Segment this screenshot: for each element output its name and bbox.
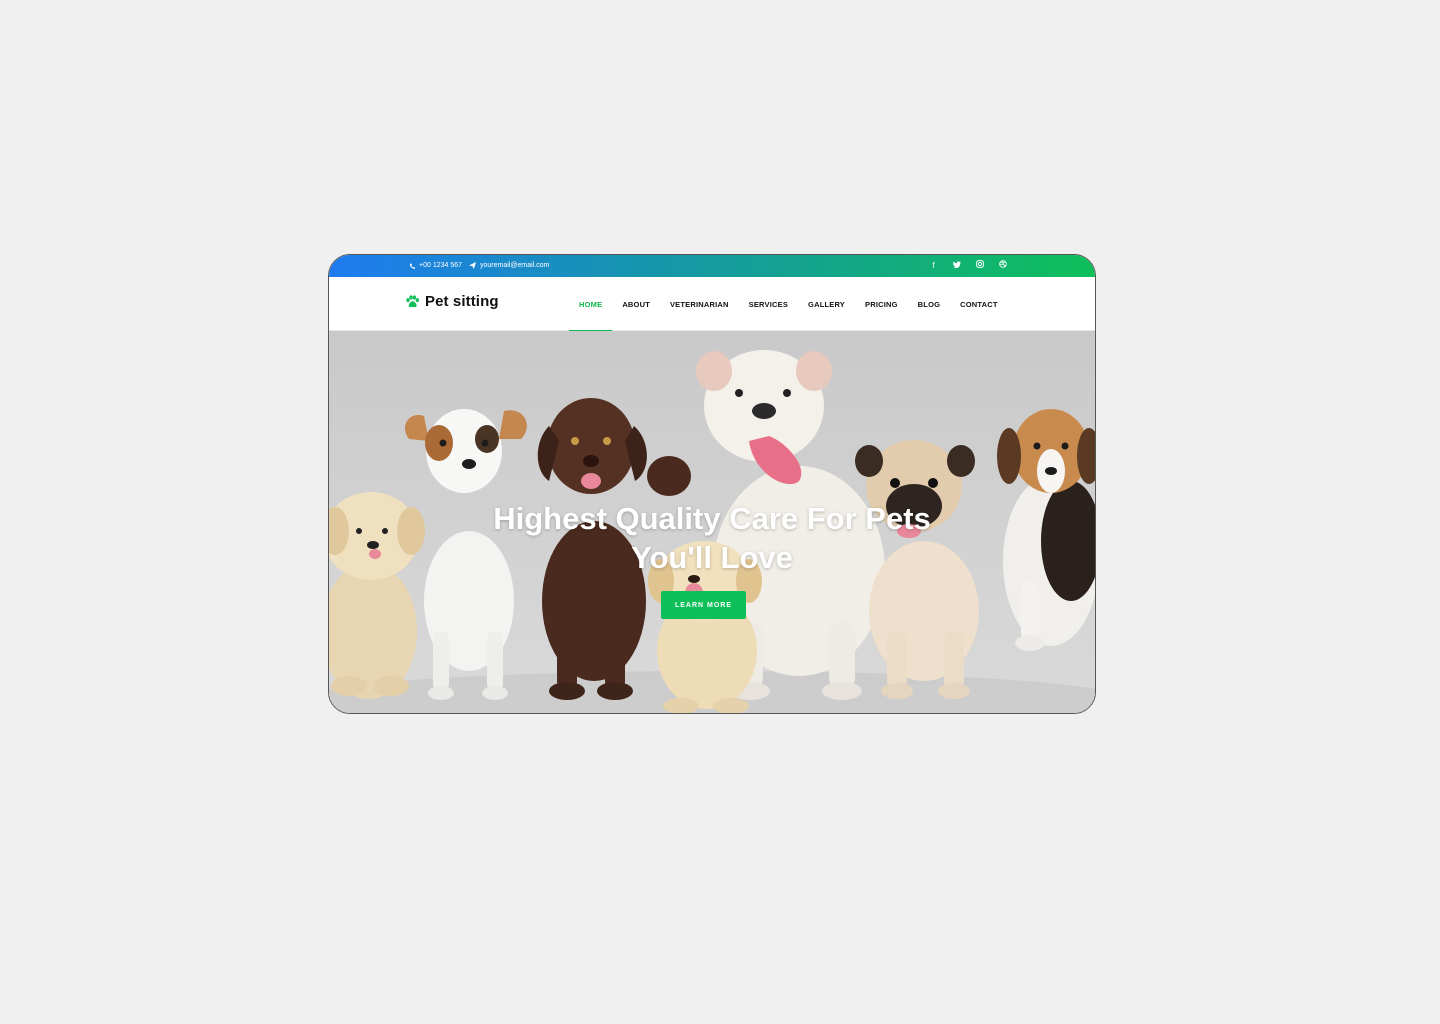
- brand-name: Pet sitting: [425, 293, 499, 310]
- instagram-icon[interactable]: [975, 260, 984, 271]
- hero-headline-line1: Highest Quality Care For Pets: [493, 501, 931, 536]
- phone-link[interactable]: +00 1234 567: [409, 262, 462, 269]
- hero-headline-line2: You'll Love: [631, 540, 793, 575]
- brand-logo[interactable]: Pet sitting: [405, 293, 499, 310]
- dribbble-icon[interactable]: [998, 260, 1007, 271]
- contact-info: +00 1234 567 youremail@email.com: [409, 262, 549, 269]
- nav-item-blog[interactable]: BLOG: [908, 277, 950, 331]
- paper-plane-icon: [469, 262, 477, 269]
- nav-item-services[interactable]: SERVICES: [739, 277, 798, 331]
- nav-item-veterinarian[interactable]: VETERINARIAN: [660, 277, 739, 331]
- hero-section: Highest Quality Care For Pets You'll Lov…: [329, 331, 1095, 713]
- browser-frame: +00 1234 567 youremail@email.com f Pet s…: [328, 254, 1096, 714]
- social-links: f: [929, 260, 1007, 271]
- twitter-icon[interactable]: [952, 260, 961, 271]
- nav-item-about[interactable]: ABOUT: [612, 277, 660, 331]
- main-navbar: Pet sitting HOME ABOUT VETERINARIAN SERV…: [329, 277, 1095, 332]
- phone-text: +00 1234 567: [419, 262, 463, 269]
- nav-item-pricing[interactable]: PRICING: [855, 277, 908, 331]
- nav-menu: HOME ABOUT VETERINARIAN SERVICES GALLERY…: [569, 277, 1008, 332]
- email-text: youremail@email.com: [480, 262, 550, 269]
- paw-icon: [406, 294, 420, 307]
- facebook-icon[interactable]: f: [929, 260, 938, 271]
- nav-item-home[interactable]: HOME: [569, 277, 613, 332]
- email-link[interactable]: youremail@email.com: [469, 262, 549, 269]
- hero-headline: Highest Quality Care For Pets You'll Lov…: [329, 499, 1095, 577]
- learn-more-button[interactable]: LEARN MORE: [661, 591, 746, 619]
- nav-item-gallery[interactable]: GALLERY: [798, 277, 855, 331]
- top-info-bar: +00 1234 567 youremail@email.com f: [329, 255, 1095, 277]
- nav-item-contact[interactable]: CONTACT: [950, 277, 1008, 331]
- phone-icon: [409, 263, 415, 269]
